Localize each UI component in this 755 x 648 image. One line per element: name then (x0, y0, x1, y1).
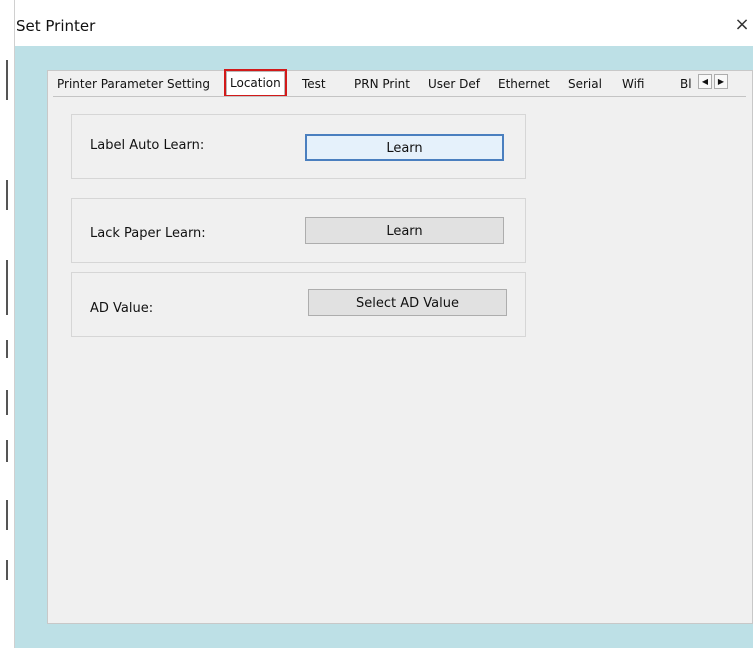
tab-bluetooth-truncated[interactable]: Bl (680, 74, 694, 94)
background-window-edge (0, 0, 15, 648)
tab-location[interactable]: Location (224, 69, 287, 97)
tab-strip: Printer Parameter Setting Location Test … (53, 69, 746, 97)
tab-serial[interactable]: Serial (568, 74, 602, 94)
tab-prn-print[interactable]: PRN Print (354, 74, 410, 94)
window-client-area: Printer Parameter Setting Location Test … (15, 46, 753, 648)
tab-scroll-right-icon[interactable]: ▶ (714, 74, 728, 89)
window-title: Set Printer (16, 17, 96, 35)
settings-panel: Printer Parameter Setting Location Test … (47, 69, 753, 624)
select-ad-value-button[interactable]: Select AD Value (308, 289, 507, 316)
close-icon[interactable]: × (731, 14, 753, 36)
lack-paper-learn-button[interactable]: Learn (305, 217, 504, 244)
tab-printer-parameter-setting[interactable]: Printer Parameter Setting (57, 74, 210, 94)
tab-user-def[interactable]: User Def (428, 74, 480, 94)
tab-test[interactable]: Test (302, 74, 326, 94)
ad-value-label: AD Value: (90, 301, 154, 316)
lack-paper-learn-label: Lack Paper Learn: (90, 226, 206, 241)
tab-divider (53, 96, 746, 97)
tab-scroll-left-icon[interactable]: ◀ (698, 74, 712, 89)
ad-value-group: AD Value: Select AD Value (71, 272, 526, 337)
label-auto-learn-label: Label Auto Learn: (90, 138, 205, 153)
tab-ethernet[interactable]: Ethernet (498, 74, 550, 94)
label-auto-learn-button[interactable]: Learn (305, 134, 504, 161)
tab-wifi[interactable]: Wifi (622, 74, 645, 94)
lack-paper-learn-group: Lack Paper Learn: Learn (71, 198, 526, 263)
label-auto-learn-group: Label Auto Learn: Learn (71, 114, 526, 179)
